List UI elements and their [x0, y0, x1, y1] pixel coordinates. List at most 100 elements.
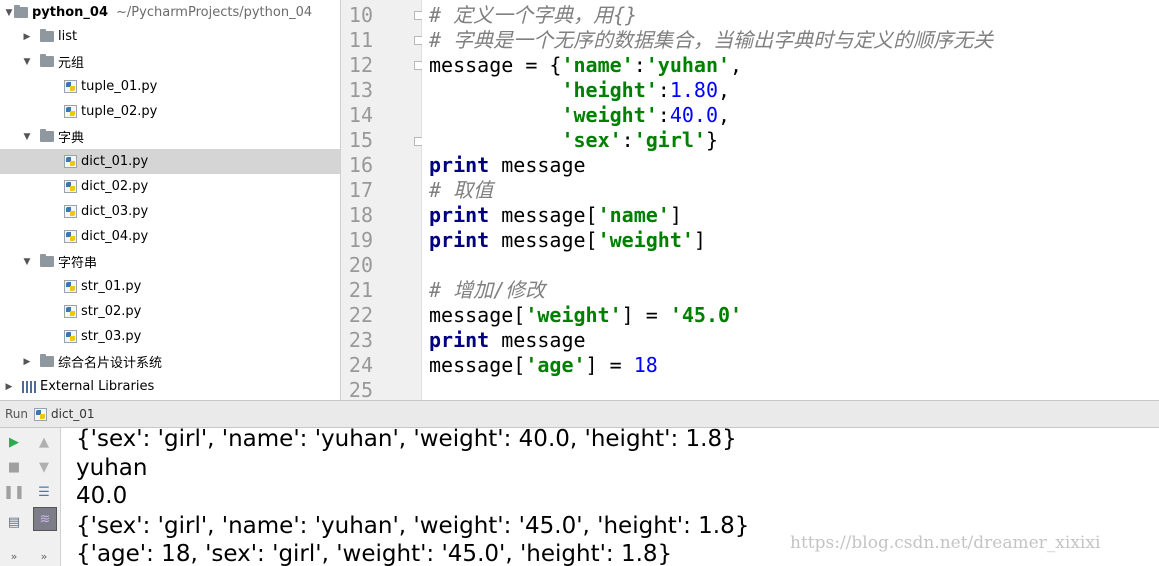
arrow-down-icon[interactable]: ▼: [36, 459, 52, 475]
run-toolbar: Run dict_01: [0, 400, 1159, 428]
project-tree: ▼ python_04 ~/PycharmProjects/python_04 …: [0, 0, 341, 400]
python-file-icon: [64, 180, 77, 193]
chevron-down-icon[interactable]: ▼: [22, 132, 32, 142]
line-number: 24: [348, 353, 373, 377]
line-number: 17: [348, 178, 373, 202]
code-text: ]: [693, 228, 706, 252]
python-file-icon: [64, 105, 77, 118]
code-line: # 取值: [429, 178, 494, 202]
soft-wrap-icon[interactable]: ☰: [36, 484, 52, 500]
tree-item-label: 字典: [58, 131, 85, 146]
arrow-up-icon[interactable]: ▲: [36, 434, 52, 450]
code-line: print message: [429, 328, 586, 353]
pause-button[interactable]: ❚❚: [3, 484, 25, 500]
python-file-icon: [64, 80, 77, 93]
tree-item-file[interactable]: dict_04.py: [0, 224, 340, 249]
code-text: ,: [718, 78, 731, 102]
line-number: 23: [348, 328, 373, 352]
line-number: 10: [348, 3, 373, 27]
string-literal: 'yuhan': [645, 53, 731, 77]
tree-item-card-folder[interactable]: ▶ 综合名片设计系统: [0, 349, 340, 374]
line-number: 13: [348, 78, 373, 102]
tree-item-label: tuple_02.py: [81, 104, 158, 119]
line-number: 20: [348, 253, 373, 277]
chevron-right-icon[interactable]: ▶: [22, 32, 32, 42]
stop-button[interactable]: ■: [6, 459, 22, 475]
run-config-name[interactable]: dict_01: [51, 407, 95, 421]
string-literal: 'weight': [561, 103, 658, 127]
keyword: print: [429, 203, 490, 227]
project-name: python_04: [32, 5, 109, 20]
tree-item-file-selected[interactable]: dict_01.py: [0, 149, 340, 174]
string-literal: 'age': [525, 353, 586, 377]
scroll-to-end-icon[interactable]: ≋: [33, 507, 57, 531]
code-text: ,: [718, 103, 731, 127]
code-line: # 增加/修改: [429, 278, 546, 302]
tree-item-label: dict_02.py: [81, 179, 149, 194]
string-literal: '45.0': [669, 303, 743, 327]
tree-item-label: tuple_01.py: [81, 79, 158, 94]
console-line: {'sex': 'girl', 'name': 'yuhan', 'weight…: [76, 428, 737, 452]
keyword: print: [429, 228, 490, 252]
tree-item-file[interactable]: tuple_02.py: [0, 99, 340, 124]
tree-item-file[interactable]: tuple_01.py: [0, 74, 340, 99]
tree-item-tuple-folder[interactable]: ▼ 元组: [0, 49, 340, 74]
tree-item-label: 元组: [58, 56, 85, 71]
string-literal: 'weight': [597, 228, 694, 252]
tree-item-dict-folder[interactable]: ▼ 字典: [0, 124, 340, 149]
library-icon: [22, 380, 36, 393]
code-line: 'weight':40.0,: [429, 103, 730, 128]
code-line: # 定义一个字典，用{}: [429, 3, 638, 27]
tree-item-label: dict_01.py: [81, 154, 149, 169]
string-literal: 'weight': [525, 303, 622, 327]
folder-icon: [14, 5, 28, 18]
tree-item-file[interactable]: str_01.py: [0, 274, 340, 299]
chevron-down-icon[interactable]: ▼: [4, 8, 14, 18]
code-text: message[: [429, 303, 526, 327]
chevron-down-icon[interactable]: ▼: [22, 57, 32, 67]
more-icon[interactable]: »: [36, 548, 52, 564]
number-literal: 1.80: [669, 78, 718, 102]
tree-item-file[interactable]: str_02.py: [0, 299, 340, 324]
tree-root[interactable]: ▼ python_04 ~/PycharmProjects/python_04: [0, 0, 340, 25]
editor-gutter: 10 11 12 13 14 15 16 17 18 19 20 21 22 2…: [341, 0, 422, 402]
tree-item-label: dict_03.py: [81, 204, 149, 219]
code-text: ] =: [621, 303, 670, 327]
code-line: message['weight'] = '45.0': [429, 303, 742, 328]
code-text: }: [705, 128, 719, 152]
code-text: :: [633, 53, 646, 77]
tree-item-external-libraries[interactable]: ▶ External Libraries: [0, 374, 340, 399]
chevron-right-icon[interactable]: ▶: [4, 382, 14, 392]
code-line: 'sex':'girl'}: [429, 128, 718, 153]
string-literal: 'name': [561, 53, 634, 77]
code-text: message: [489, 153, 586, 177]
line-number: 21: [348, 278, 373, 302]
tree-item-file[interactable]: dict_02.py: [0, 174, 340, 199]
code-line: 'height':1.80,: [429, 78, 730, 103]
tree-item-file[interactable]: str_03.py: [0, 324, 340, 349]
string-literal: 'height': [561, 78, 658, 102]
tree-item-string-folder[interactable]: ▼ 字符串: [0, 249, 340, 274]
layout-icon[interactable]: ▤: [6, 514, 22, 530]
chevron-right-icon[interactable]: ▶: [22, 357, 32, 367]
tree-item-label: dict_04.py: [81, 229, 149, 244]
line-number: 16: [348, 153, 373, 177]
more-icon[interactable]: »: [6, 548, 22, 564]
python-file-icon: [64, 330, 77, 343]
python-file-icon: [64, 230, 77, 243]
python-file-icon: [64, 155, 77, 168]
tree-item-list[interactable]: ▶ list: [0, 24, 340, 49]
code-text: ]: [669, 203, 682, 227]
tree-item-label: str_02.py: [81, 304, 142, 319]
folder-icon: [40, 54, 54, 67]
rerun-button[interactable]: ▶: [6, 434, 22, 450]
chevron-down-icon[interactable]: ▼: [22, 257, 32, 267]
code-text: :: [621, 128, 634, 152]
keyword: print: [429, 153, 490, 177]
code-text: :: [657, 103, 670, 127]
tree-item-file[interactable]: dict_03.py: [0, 199, 340, 224]
code-editor[interactable]: # 定义一个字典，用{} # 字典是一个无序的数据集合，当输出字典时与定义的顺序…: [422, 0, 1159, 400]
line-number: 18: [348, 203, 373, 227]
code-line: print message['weight']: [429, 228, 706, 253]
